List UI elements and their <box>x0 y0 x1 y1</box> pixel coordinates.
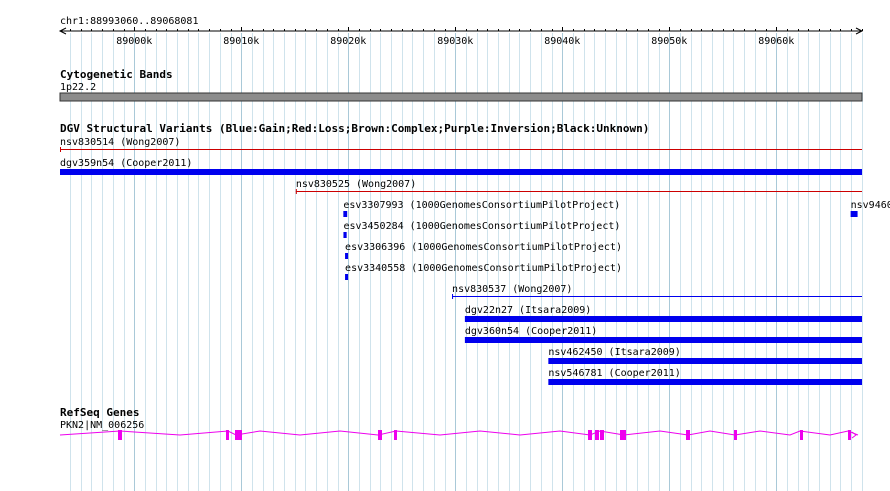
gene-exon[interactable] <box>686 430 690 440</box>
dgv-feature-label: esv3307993 (1000GenomesConsortiumPilotPr… <box>343 200 620 211</box>
dgv-feature-label: nsv462450 (Itsara2009) <box>548 347 680 358</box>
dgv-feature-label: dgv359n54 (Cooper2011) <box>60 158 192 169</box>
gene-exon[interactable] <box>226 430 229 440</box>
ruler-tick-label: 89060k <box>758 36 794 47</box>
dgv-feature[interactable]: esv3307993 (1000GenomesConsortiumPilotPr… <box>343 200 620 217</box>
refseq-track-title: RefSeq Genes <box>60 406 139 419</box>
dgv-feature-label: dgv22n27 (Itsara2009) <box>465 305 591 316</box>
dgv-feature-bar[interactable] <box>548 358 862 364</box>
dgv-feature[interactable]: dgv360n54 (Cooper2011) <box>464 326 862 343</box>
vertical-gridlines <box>70 33 863 491</box>
dgv-feature-bar[interactable] <box>343 232 347 238</box>
dgv-feature-bar[interactable] <box>60 169 862 175</box>
gene-exon[interactable] <box>235 430 242 440</box>
dgv-feature-label: esv3306396 (1000GenomesConsortiumPilotPr… <box>345 242 622 253</box>
dgv-feature-label: nsv546781 (Cooper2011) <box>548 368 680 379</box>
dgv-feature-bar[interactable] <box>345 274 349 280</box>
gene-exon[interactable] <box>620 430 626 440</box>
ruler-range-label: chr1:88993060..89068081 <box>60 16 198 27</box>
dgv-feature[interactable]: esv3450284 (1000GenomesConsortiumPilotPr… <box>343 221 620 238</box>
gene-exon[interactable] <box>378 430 382 440</box>
gene-label: PKN2|NM_006256 <box>60 420 144 431</box>
cytoband-bar[interactable] <box>59 92 863 102</box>
dgv-feature-bar[interactable] <box>850 211 858 217</box>
dgv-feature[interactable]: dgv359n54 (Cooper2011) <box>60 158 862 175</box>
ruler-tick-label: 89020k <box>330 36 366 47</box>
dgv-feature[interactable]: nsv546781 (Cooper2011) <box>548 368 862 385</box>
ruler-ticks: 89000k 89010k 89020k 89030k 89040k 89050k 8906… <box>70 27 863 47</box>
dgv-feature-bar[interactable] <box>345 253 349 259</box>
dgv-feature[interactable]: nsv462450 (Itsara2009) <box>548 347 862 364</box>
gene-exon[interactable] <box>595 430 599 440</box>
dgv-feature[interactable]: dgv22n27 (Itsara2009) <box>464 305 862 322</box>
cytoband-label: 1p22.2 <box>60 82 96 93</box>
gene-exon[interactable] <box>600 430 604 440</box>
dgv-feature[interactable]: nsv830537 (Wong2007) <box>452 284 862 299</box>
dgv-feature-label: dgv360n54 (Cooper2011) <box>465 326 597 337</box>
gene-intron-line <box>59 430 859 436</box>
gene-exon[interactable] <box>848 430 851 440</box>
dgv-feature-bar[interactable] <box>548 379 862 385</box>
dgv-feature-bar[interactable] <box>343 211 348 217</box>
dgv-feature-label: nsv9460 <box>851 200 890 211</box>
gene-exon[interactable] <box>118 430 122 440</box>
dgv-feature-bar[interactable] <box>464 337 862 343</box>
dgv-features: nsv830514 (Wong2007) dgv359n54 (Cooper201… <box>60 137 890 385</box>
gene-exon[interactable] <box>800 430 803 440</box>
dgv-feature[interactable]: nsv9460 <box>850 200 890 217</box>
dgv-feature[interactable]: nsv830525 (Wong2007) <box>295 179 862 194</box>
dgv-feature-label: esv3450284 (1000GenomesConsortiumPilotPr… <box>343 221 620 232</box>
dgv-feature[interactable]: esv3340558 (1000GenomesConsortiumPilotPr… <box>345 263 622 280</box>
ruler-tick-label: 89010k <box>223 36 259 47</box>
gene-exon[interactable] <box>394 430 397 440</box>
ruler-tick-label: 89050k <box>651 36 687 47</box>
dgv-feature-label: nsv830537 (Wong2007) <box>452 284 572 295</box>
gene-exon[interactable] <box>588 430 592 440</box>
dgv-feature[interactable]: esv3306396 (1000GenomesConsortiumPilotPr… <box>345 242 622 259</box>
dgv-feature-label: nsv830525 (Wong2007) <box>296 179 416 190</box>
dgv-feature[interactable]: nsv830514 (Wong2007) <box>60 137 862 152</box>
ruler-tick-label: 89000k <box>116 36 152 47</box>
cytoband-track-title: Cytogenetic Bands <box>60 68 173 81</box>
dgv-track-title: DGV Structural Variants (Blue:Gain;Red:L… <box>60 122 649 135</box>
dgv-feature-bar[interactable] <box>464 316 862 322</box>
ruler-tick-label: 89030k <box>437 36 473 47</box>
dgv-feature-label: nsv830514 (Wong2007) <box>60 137 180 148</box>
dgv-feature-label: esv3340558 (1000GenomesConsortiumPilotPr… <box>345 263 622 274</box>
genome-browser-view: chr1:88993060..89068081 89000k 89010k 8902… <box>58 16 890 491</box>
gene-exon[interactable] <box>734 430 737 440</box>
ruler-tick-label: 89040k <box>544 36 580 47</box>
gene-pkn2[interactable] <box>59 430 859 440</box>
gene-strand-arrow <box>851 431 857 439</box>
